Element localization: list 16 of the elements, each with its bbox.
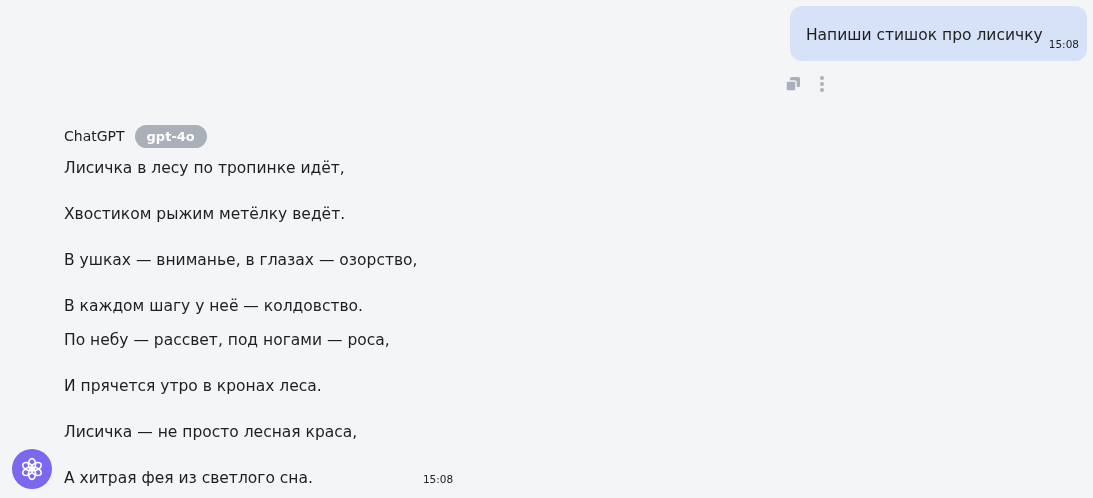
poem-line: В ушках — вниманье, в глазах — озорство, [64,250,419,271]
message-text: Напиши стишок про лисичку [805,25,1043,46]
poem-line: И прячется утро в кронах леса. [64,376,323,397]
more-icon[interactable] [819,75,825,93]
message-time: 15:08 [422,473,454,485]
poem-line: По небу — рассвет, под ногами — роса, [64,330,391,351]
poem-line: Хвостиком рыжим метёлку ведёт. [64,204,347,225]
copy-icon[interactable] [785,76,801,92]
poem-line: Лисичка в лесу по тропинке идёт, [64,158,346,179]
model-badge: gpt-4o [134,124,207,148]
poem-line: Лисичка — не просто лесная краса, [64,422,359,443]
message-time: 15:08 [1048,38,1079,50]
assistant-avatar [12,449,52,489]
poem-line: В каждом шагу у неё — колдовство. [64,296,364,317]
poem-line: А хитрая фея из светлого сна. [64,468,313,489]
sender-name: ChatGPT [64,128,125,144]
